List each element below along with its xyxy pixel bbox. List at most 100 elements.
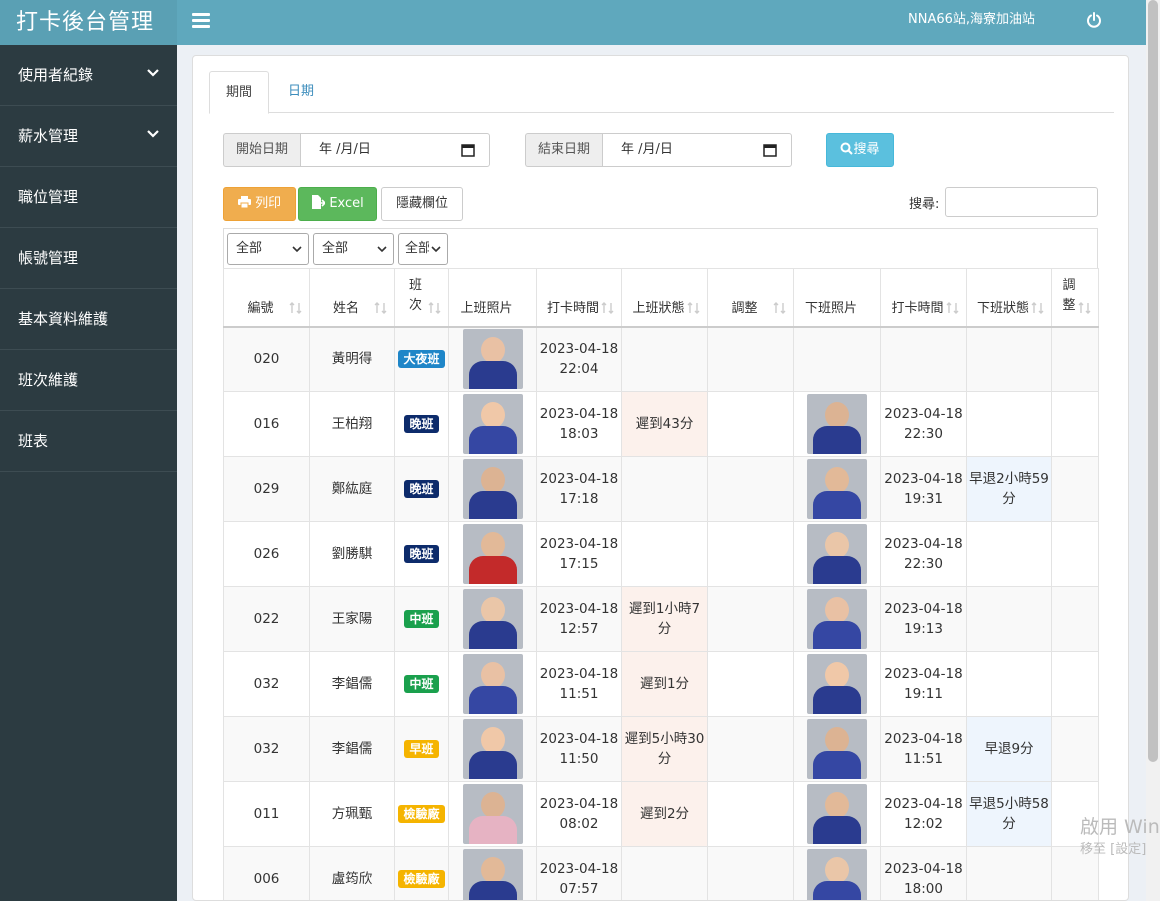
in-status-cell: 遲到1分 bbox=[621, 651, 708, 717]
employee-name: 劉勝騏 bbox=[309, 521, 395, 587]
column-header-5[interactable]: 上班狀態 bbox=[621, 268, 708, 328]
sort-icon[interactable] bbox=[946, 301, 960, 315]
in-adjust-cell[interactable] bbox=[707, 781, 794, 847]
in-photo[interactable] bbox=[462, 524, 523, 584]
end-date-input[interactable]: 年 /月/日 bbox=[602, 133, 793, 167]
in-photo[interactable] bbox=[462, 329, 523, 390]
table-search-input[interactable] bbox=[945, 187, 1098, 217]
sidebar-item-4[interactable]: 基本資料維護 bbox=[0, 289, 177, 350]
in-photo[interactable] bbox=[462, 459, 523, 519]
in-adjust-cell[interactable] bbox=[707, 716, 794, 782]
out-photo[interactable] bbox=[807, 849, 867, 900]
id-filter-select[interactable]: 全部 bbox=[227, 233, 309, 265]
sort-icon[interactable] bbox=[1078, 301, 1092, 315]
table-row[interactable]: 032 李錩儒 早班 2023-04-18 11:50 遲到5小時30分 2023-04-1… bbox=[223, 716, 1099, 782]
out-photo[interactable] bbox=[807, 719, 867, 779]
out-adjust-cell[interactable] bbox=[1051, 456, 1099, 522]
sort-icon[interactable] bbox=[773, 301, 787, 315]
shift-cell: 中班 bbox=[394, 586, 449, 652]
tab-date[interactable]: 日期 bbox=[272, 71, 330, 113]
out-photo[interactable] bbox=[807, 589, 867, 649]
menu-toggle-icon[interactable] bbox=[192, 13, 210, 31]
chevron-down-icon[interactable] bbox=[147, 67, 159, 79]
out-photo-cell bbox=[793, 651, 881, 717]
shift-filter-select[interactable]: 全部 bbox=[398, 233, 448, 265]
print-button[interactable]: 列印 bbox=[223, 187, 296, 221]
power-icon[interactable] bbox=[1086, 12, 1102, 28]
sidebar-item-0[interactable]: 使用者紀錄 bbox=[0, 45, 177, 106]
table-row[interactable]: 011 方珮甄 檢驗廠 2023-04-18 08:02 遲到2分 2023-04-18 12… bbox=[223, 781, 1099, 847]
start-date-input[interactable]: 年 /月/日 bbox=[300, 133, 491, 167]
in-adjust-cell[interactable] bbox=[707, 456, 794, 522]
column-header-6[interactable]: 調整 bbox=[707, 268, 794, 328]
employee-id: 022 bbox=[223, 586, 310, 652]
sort-icon[interactable] bbox=[1031, 301, 1045, 315]
sort-icon[interactable] bbox=[687, 301, 701, 315]
in-time-cell: 2023-04-18 08:02 bbox=[536, 781, 622, 847]
tab-period[interactable]: 期間 bbox=[209, 71, 270, 114]
excel-button[interactable]: Excel bbox=[298, 187, 377, 221]
column-header-9[interactable]: 下班狀態 bbox=[966, 268, 1052, 328]
column-header-10[interactable]: 調整 bbox=[1051, 268, 1099, 328]
out-adjust-cell[interactable] bbox=[1051, 521, 1099, 587]
sort-icon[interactable] bbox=[374, 301, 388, 315]
in-photo[interactable] bbox=[462, 719, 523, 779]
sidebar-item-6[interactable]: 班表 bbox=[0, 411, 177, 472]
out-photo[interactable] bbox=[807, 459, 867, 519]
app-title[interactable]: 打卡後台管理 bbox=[0, 0, 177, 45]
sort-icon[interactable] bbox=[289, 301, 303, 315]
chevron-down-icon[interactable] bbox=[147, 128, 159, 140]
table-row[interactable]: 026 劉勝騏 晚班 2023-04-18 17:15 2023-04-18 22:30 bbox=[223, 521, 1099, 587]
table-row[interactable]: 029 鄭紘庭 晚班 2023-04-18 17:18 2023-04-18 19:31 早退… bbox=[223, 456, 1099, 522]
out-adjust-cell[interactable] bbox=[1051, 716, 1099, 782]
in-photo[interactable] bbox=[462, 654, 523, 714]
column-header-3[interactable]: 上班照片 bbox=[448, 268, 537, 328]
column-header-7[interactable]: 下班照片 bbox=[793, 268, 881, 328]
calendar-icon[interactable] bbox=[461, 143, 475, 157]
column-header-8[interactable]: 打卡時間 bbox=[880, 268, 967, 328]
out-adjust-cell[interactable] bbox=[1051, 651, 1099, 717]
sidebar-item-label: 使用者紀錄 bbox=[18, 66, 94, 84]
column-header-4[interactable]: 打卡時間 bbox=[536, 268, 622, 328]
in-adjust-cell[interactable] bbox=[707, 651, 794, 717]
in-adjust-cell[interactable] bbox=[707, 326, 794, 392]
table-row[interactable]: 022 王家陽 中班 2023-04-18 12:57 遲到1小時7分 2023-04-18… bbox=[223, 586, 1099, 652]
in-adjust-cell[interactable] bbox=[707, 586, 794, 652]
out-photo[interactable] bbox=[807, 784, 867, 844]
in-adjust-cell[interactable] bbox=[707, 846, 794, 900]
out-adjust-cell[interactable] bbox=[1051, 586, 1099, 652]
out-photo[interactable] bbox=[807, 524, 867, 584]
out-adjust-cell[interactable] bbox=[1051, 326, 1099, 392]
calendar-icon[interactable] bbox=[763, 143, 777, 157]
sidebar-item-3[interactable]: 帳號管理 bbox=[0, 228, 177, 289]
column-header-1[interactable]: 姓名 bbox=[309, 268, 395, 328]
sidebar-item-1[interactable]: 薪水管理 bbox=[0, 106, 177, 167]
in-photo[interactable] bbox=[462, 394, 523, 454]
table-row[interactable]: 032 李錩儒 中班 2023-04-18 11:51 遲到1分 2023-04-18 19:… bbox=[223, 651, 1099, 717]
in-photo[interactable] bbox=[462, 589, 523, 649]
column-header-2[interactable]: 班次 bbox=[394, 268, 449, 328]
sort-icon[interactable] bbox=[428, 301, 442, 315]
in-photo[interactable] bbox=[462, 849, 523, 900]
in-time-cell: 2023-04-18 18:03 bbox=[536, 391, 622, 457]
out-adjust-cell[interactable] bbox=[1051, 391, 1099, 457]
in-adjust-cell[interactable] bbox=[707, 391, 794, 457]
page-scrollbar[interactable] bbox=[1146, 0, 1160, 901]
column-header-0[interactable]: 編號 bbox=[223, 268, 310, 328]
out-photo[interactable] bbox=[807, 394, 867, 454]
table-row[interactable]: 016 王柏翔 晚班 2023-04-18 18:03 遲到43分 2023-04-18 22… bbox=[223, 391, 1099, 457]
sidebar-item-label: 職位管理 bbox=[18, 188, 79, 206]
search-button[interactable]: 搜尋 bbox=[826, 133, 894, 167]
name-filter-select[interactable]: 全部 bbox=[313, 233, 394, 265]
out-photo[interactable] bbox=[807, 654, 867, 714]
out-photo-cell bbox=[793, 586, 881, 652]
sidebar-item-2[interactable]: 職位管理 bbox=[0, 167, 177, 228]
table-row[interactable]: 020 黃明得 大夜班 2023-04-18 22:04 bbox=[223, 326, 1099, 392]
sidebar-item-5[interactable]: 班次維護 bbox=[0, 350, 177, 411]
table-row[interactable]: 006 盧筠欣 檢驗廠 2023-04-18 07:57 2023-04-18 18:00 bbox=[223, 846, 1099, 900]
in-photo[interactable] bbox=[462, 784, 523, 844]
sort-icon[interactable] bbox=[601, 301, 615, 315]
hide-columns-button[interactable]: 隱藏欄位 bbox=[381, 187, 463, 221]
scroll-thumb[interactable] bbox=[1148, 0, 1158, 762]
in-adjust-cell[interactable] bbox=[707, 521, 794, 587]
